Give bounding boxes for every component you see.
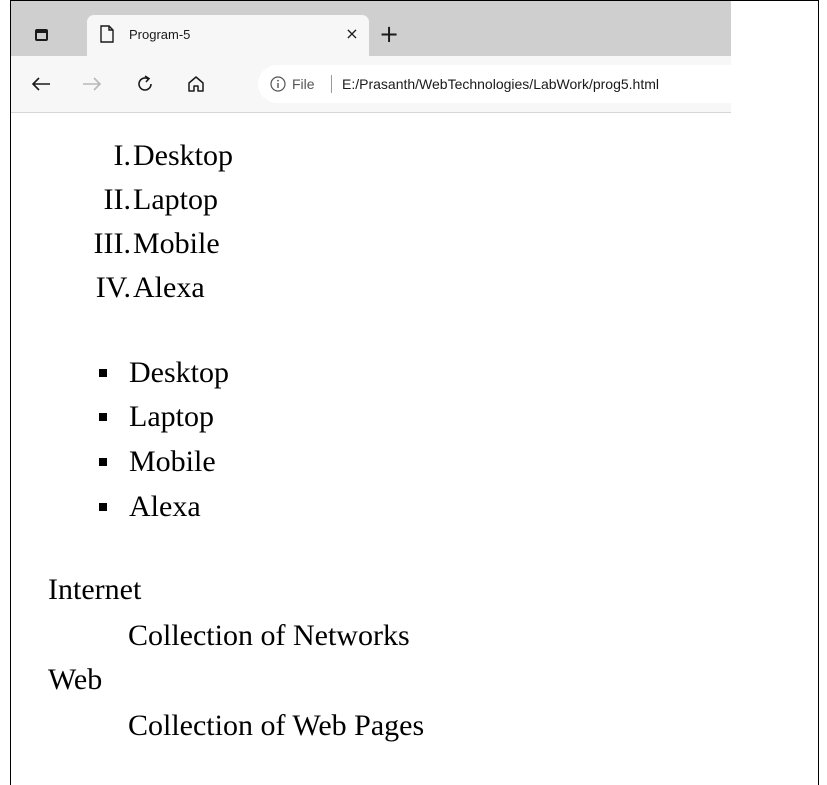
list-item: II. (11, 178, 131, 222)
window-menu-icon (34, 29, 48, 41)
list-marker: III. (93, 227, 131, 260)
list-item-label: Desktop (129, 356, 229, 389)
definition-term: Internet (48, 573, 142, 606)
back-arrow-icon (31, 77, 50, 91)
list-marker: II. (103, 183, 131, 216)
list-item: IV. (11, 266, 131, 310)
list-item-label: Alexa (133, 271, 205, 304)
refresh-icon (138, 75, 152, 91)
address-url[interactable]: E:/Prasanth/WebTechnologies/LabWork/prog… (342, 76, 659, 92)
back-button[interactable] (27, 70, 55, 98)
list-item: I. (11, 134, 132, 178)
square-bullet-icon (99, 458, 107, 466)
square-bullet-icon (99, 503, 107, 511)
browser-window: Program-5 × + File E:/Prasanth/WebTechno… (10, 0, 819, 785)
list-marker: I. (113, 139, 132, 172)
info-icon[interactable] (270, 76, 286, 92)
definition-term: Web (48, 663, 103, 696)
tab-strip: Program-5 × + (11, 1, 731, 56)
refresh-button[interactable] (131, 70, 159, 98)
list-item-label: Alexa (129, 490, 201, 523)
list-item-label: Laptop (133, 183, 218, 216)
address-scheme-label: File (292, 76, 315, 92)
home-icon (188, 76, 204, 92)
address-bar[interactable]: File E:/Prasanth/WebTechnologies/LabWork… (258, 65, 731, 103)
list-item-label: Desktop (133, 139, 233, 172)
forward-arrow-icon (83, 77, 102, 91)
definition-description: Collection of Web Pages (128, 709, 425, 742)
page-icon (100, 25, 114, 43)
home-button[interactable] (182, 70, 210, 98)
list-item: Alexa (99, 485, 499, 529)
list-item: Desktop (99, 351, 499, 395)
new-tab-button[interactable]: + (377, 22, 401, 47)
list-item: Laptop (99, 395, 499, 439)
page-content: I. Desktop II. Laptop III. Mobile IV. Al… (11, 113, 818, 785)
list-marker: IV. (95, 271, 131, 304)
forward-button[interactable] (78, 70, 106, 98)
list-item: Mobile (99, 440, 499, 484)
tab-close-button[interactable]: × (343, 25, 361, 43)
square-bullet-icon (99, 369, 107, 377)
square-bullet-icon (99, 413, 107, 421)
tab-title: Program-5 (129, 27, 191, 42)
list-item-label: Laptop (129, 400, 214, 433)
list-item: III. (11, 222, 131, 266)
navigation-toolbar: File E:/Prasanth/WebTechnologies/LabWork… (11, 56, 731, 113)
window-menu-button[interactable] (31, 25, 51, 45)
tab-program-5[interactable]: Program-5 × (87, 15, 369, 56)
list-item-label: Mobile (133, 227, 220, 260)
address-separator (331, 75, 332, 93)
list-item-label: Mobile (129, 445, 216, 478)
definition-description: Collection of Networks (128, 619, 410, 652)
